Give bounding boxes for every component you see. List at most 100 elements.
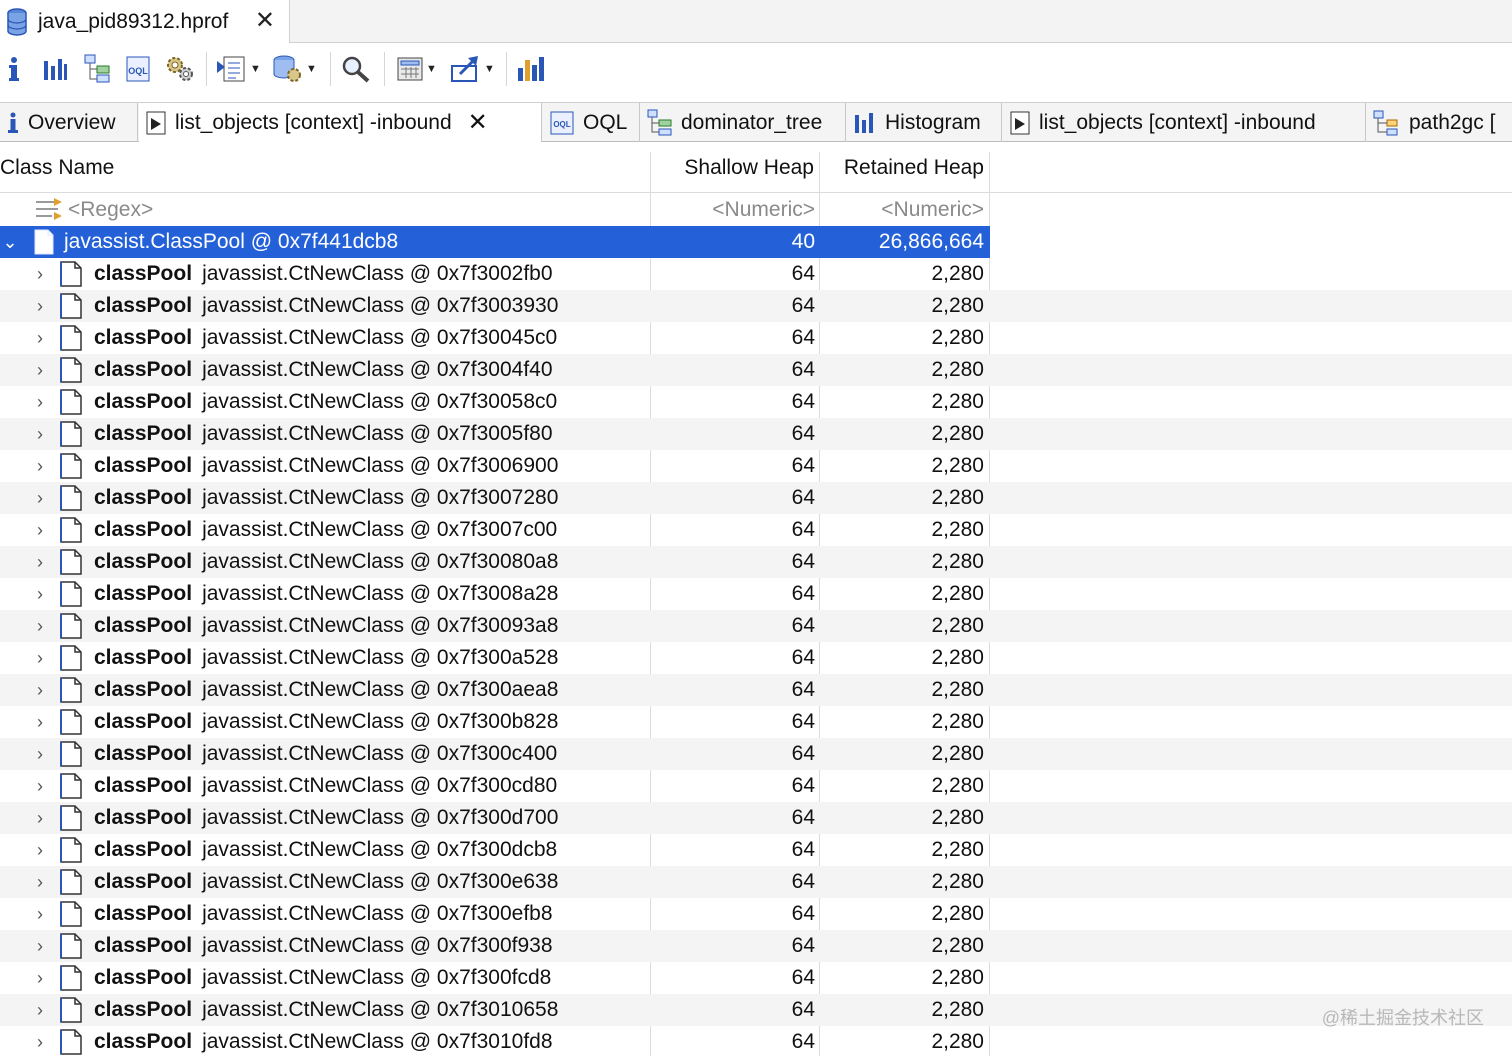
table-row[interactable]: › classPool javassist.CtNewClass @ 0x7f300… xyxy=(0,290,1512,322)
close-icon[interactable]: ✕ xyxy=(255,9,275,33)
histogram-button[interactable] xyxy=(42,53,68,85)
table-row[interactable]: › classPool javassist.CtNewClass @ 0x7f300… xyxy=(0,738,1512,770)
table-row[interactable]: › classPool javassist.CtNewClass @ 0x7f300… xyxy=(0,482,1512,514)
export-button[interactable]: ▼ xyxy=(450,53,495,85)
chevron-right-icon[interactable]: › xyxy=(30,328,50,349)
table-row[interactable]: › classPool javassist.CtNewClass @ 0x7f300… xyxy=(0,930,1512,962)
table-row[interactable]: › classPool javassist.CtNewClass @ 0x7f300… xyxy=(0,674,1512,706)
table-row[interactable]: › classPool javassist.CtNewClass @ 0x7f300… xyxy=(0,578,1512,610)
tab-oql[interactable]: OQL OQL xyxy=(543,103,640,142)
calculator-button[interactable]: ▼ xyxy=(396,53,437,85)
retained-heap-value: 2,280 xyxy=(931,902,984,925)
object-name: javassist.CtNewClass @ 0x7f3002fb0 xyxy=(202,262,553,285)
object-name: javassist.CtNewClass @ 0x7f3004f40 xyxy=(202,358,553,381)
chevron-right-icon[interactable]: › xyxy=(30,520,50,541)
chevron-right-icon[interactable]: › xyxy=(30,936,50,957)
editor-tab-hprof[interactable]: java_pid89312.hprof ✕ xyxy=(0,0,290,43)
table-row[interactable]: › classPool javassist.CtNewClass @ 0x7f300… xyxy=(0,866,1512,898)
query-browser-button[interactable]: ▼ xyxy=(272,53,317,85)
table-row[interactable]: › classPool javassist.CtNewClass @ 0x7f300… xyxy=(0,322,1512,354)
shallow-heap-value: 64 xyxy=(791,934,815,957)
chevron-right-icon[interactable]: › xyxy=(30,296,50,317)
info-button[interactable] xyxy=(6,53,22,85)
thread-overview-button[interactable] xyxy=(164,53,196,85)
numeric-filter-retained[interactable]: <Numeric> xyxy=(820,194,989,226)
chevron-right-icon[interactable]: › xyxy=(30,904,50,925)
chevron-right-icon[interactable]: › xyxy=(30,1000,50,1021)
chevron-right-icon[interactable]: › xyxy=(30,264,50,285)
object-name: javassist.CtNewClass @ 0x7f300e638 xyxy=(202,870,559,893)
histogram-icon xyxy=(44,59,67,80)
regex-filter-input[interactable]: <Regex> xyxy=(68,198,153,222)
table-row[interactable]: › classPool javassist.CtNewClass @ 0x7f300… xyxy=(0,642,1512,674)
tab-list-objects[interactable]: list_objects [context] -inbound xyxy=(1003,103,1366,142)
retained-heap-value: 2,280 xyxy=(931,358,984,381)
toolbar-separator xyxy=(506,52,507,86)
chevron-right-icon[interactable]: › xyxy=(30,680,50,701)
chevron-right-icon[interactable]: › xyxy=(30,584,50,605)
object-name: javassist.CtNewClass @ 0x7f300cd80 xyxy=(202,774,558,797)
table-row-selected[interactable]: ⌄ javassist.ClassPool @ 0x7f441dcb8 40 2… xyxy=(0,226,1512,258)
dominator-tree-button[interactable] xyxy=(84,53,112,85)
field-name: classPool xyxy=(94,678,193,701)
table-row[interactable]: › classPool javassist.CtNewClass @ 0x7f300… xyxy=(0,418,1512,450)
object-name: javassist.CtNewClass @ 0x7f3008a28 xyxy=(202,582,559,605)
table-row[interactable]: › classPool javassist.CtNewClass @ 0x7f300… xyxy=(0,386,1512,418)
object-icon xyxy=(60,709,82,735)
root-object-name: javassist.ClassPool @ 0x7f441dcb8 xyxy=(64,230,399,253)
chevron-right-icon[interactable]: › xyxy=(30,488,50,509)
shallow-heap-value: 64 xyxy=(791,390,815,413)
table-row[interactable]: › classPool javassist.CtNewClass @ 0x7f300… xyxy=(0,450,1512,482)
chevron-right-icon[interactable]: › xyxy=(30,456,50,477)
object-name: javassist.CtNewClass @ 0x7f300a528 xyxy=(202,646,559,669)
shallow-heap-value: 64 xyxy=(791,774,815,797)
table-row[interactable]: › classPool javassist.CtNewClass @ 0x7f300… xyxy=(0,610,1512,642)
tab-path2gc-label: path2gc [ xyxy=(1409,110,1496,134)
table-row[interactable]: › classPool javassist.CtNewClass @ 0x7f300… xyxy=(0,546,1512,578)
table-row[interactable]: › classPool javassist.CtNewClass @ 0x7f300… xyxy=(0,898,1512,930)
chevron-right-icon[interactable]: › xyxy=(30,392,50,413)
object-icon xyxy=(60,741,82,767)
tab-list-objects-active[interactable]: list_objects [context] -inbound ✕ xyxy=(139,103,542,142)
table-row[interactable]: › classPool javassist.CtNewClass @ 0x7f300… xyxy=(0,962,1512,994)
table-row[interactable]: › classPool javassist.CtNewClass @ 0x7f300… xyxy=(0,514,1512,546)
oql-button[interactable]: OQL xyxy=(124,53,152,85)
table-row[interactable]: › classPool javassist.CtNewClass @ 0x7f300… xyxy=(0,354,1512,386)
chevron-right-icon[interactable]: › xyxy=(30,872,50,893)
chevron-right-icon[interactable]: › xyxy=(30,360,50,381)
table-row[interactable]: › classPool javassist.CtNewClass @ 0x7f300… xyxy=(0,770,1512,802)
chevron-down-icon[interactable]: ⌄ xyxy=(0,232,20,253)
numeric-filter-shallow[interactable]: <Numeric> xyxy=(651,194,819,226)
tab-overview[interactable]: Overview xyxy=(0,103,138,142)
chevron-right-icon[interactable]: › xyxy=(30,776,50,797)
expert-system-button[interactable]: ▼ xyxy=(216,53,261,85)
tab-histogram[interactable]: Histogram xyxy=(847,103,1002,142)
chevron-right-icon[interactable]: › xyxy=(30,808,50,829)
column-header-shallow-heap[interactable]: Shallow Heap xyxy=(651,143,819,193)
close-icon[interactable]: ✕ xyxy=(468,108,488,137)
table-row[interactable]: › classPool javassist.CtNewClass @ 0x7f300… xyxy=(0,258,1512,290)
chevron-right-icon[interactable]: › xyxy=(30,552,50,573)
column-header-class-name[interactable]: Class Name xyxy=(0,143,650,193)
column-header-retained-heap[interactable]: Retained Heap xyxy=(820,143,989,193)
group-by-button[interactable] xyxy=(516,53,548,85)
chevron-right-icon[interactable]: › xyxy=(30,744,50,765)
table-row[interactable]: › classPool javassist.CtNewClass @ 0x7f300… xyxy=(0,834,1512,866)
table-row[interactable]: › classPool javassist.CtNewClass @ 0x7f301… xyxy=(0,994,1512,1026)
chevron-right-icon[interactable]: › xyxy=(30,968,50,989)
table-row[interactable]: › classPool javassist.CtNewClass @ 0x7f300… xyxy=(0,802,1512,834)
chevron-right-icon[interactable]: › xyxy=(30,424,50,445)
chevron-right-icon[interactable]: › xyxy=(30,840,50,861)
table-row[interactable]: › classPool javassist.CtNewClass @ 0x7f301… xyxy=(0,1026,1512,1056)
chevron-right-icon[interactable]: › xyxy=(30,616,50,637)
search-button[interactable] xyxy=(340,53,372,85)
tab-path2gc[interactable]: path2gc [ xyxy=(1367,103,1512,142)
tab-dominator-tree[interactable]: dominator_tree xyxy=(641,103,846,142)
chevron-right-icon[interactable]: › xyxy=(30,712,50,733)
field-name: classPool xyxy=(94,518,193,541)
retained-heap-value: 2,280 xyxy=(931,614,984,637)
filter-row[interactable]: <Regex> <Numeric> <Numeric> xyxy=(0,194,1512,226)
chevron-right-icon[interactable]: › xyxy=(30,1032,50,1053)
chevron-right-icon[interactable]: › xyxy=(30,648,50,669)
table-row[interactable]: › classPool javassist.CtNewClass @ 0x7f300… xyxy=(0,706,1512,738)
